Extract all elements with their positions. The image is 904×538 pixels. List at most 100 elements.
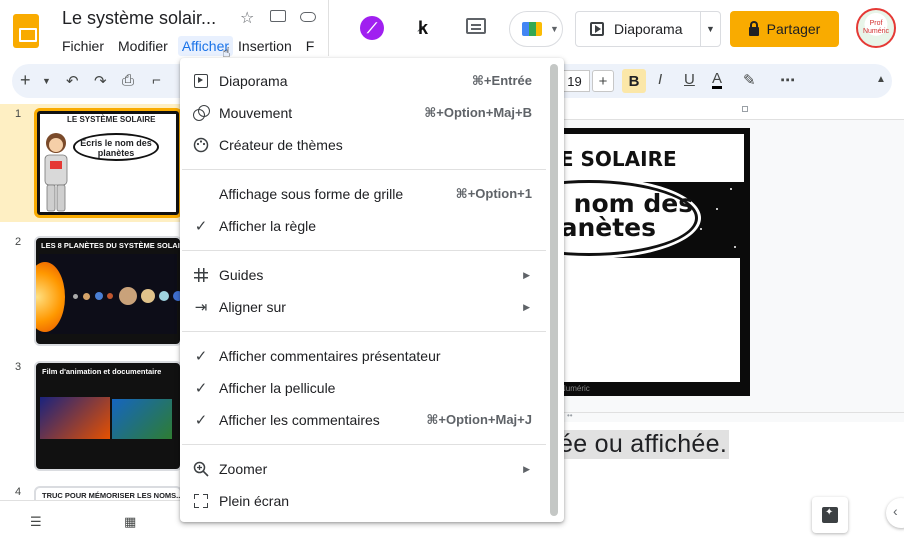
menu-separator: [182, 250, 546, 251]
check-icon: ✓: [194, 412, 208, 429]
menu-bar: Fichier Modifier Afficher Insertion F: [62, 36, 328, 56]
k-extension-icon[interactable]: k: [418, 18, 428, 39]
menu-item-afficher-la-regle[interactable]: ✓ Afficher la règle: [180, 211, 550, 241]
bubble-line-2: lanètes: [552, 213, 656, 242]
italic-button[interactable]: I: [658, 71, 662, 88]
collapse-toolbar-chevron-icon[interactable]: ▲: [876, 74, 886, 85]
slide-number: 1: [15, 108, 22, 120]
menu-item-zoomer[interactable]: Zoomer ▶: [180, 454, 550, 484]
menu-fichier[interactable]: Fichier: [62, 36, 109, 56]
menu-item-speaker-notes[interactable]: ✓ Afficher commentaires présentateur: [180, 341, 550, 371]
check-icon: ✓: [194, 380, 208, 397]
list-view-icon[interactable]: ☰: [30, 514, 42, 530]
astronaut-illustration: [44, 133, 68, 212]
more-options-button[interactable]: ⋯: [780, 71, 795, 89]
menu-item-aligner-sur[interactable]: ⇥ Aligner sur ▶: [180, 292, 550, 322]
underline-button[interactable]: U: [684, 71, 695, 88]
menu-item-diaporama[interactable]: Diaporama ⌘+Entrée: [180, 66, 550, 96]
extension-icon[interactable]: ⟋: [360, 16, 384, 40]
chevron-down-icon: ▼: [550, 24, 559, 34]
font-size-increase-button[interactable]: +: [592, 70, 614, 92]
move-folder-icon[interactable]: [270, 10, 286, 22]
share-label: Partager: [766, 21, 821, 37]
menu-item-createur-de-themes[interactable]: Créateur de thèmes: [180, 130, 550, 160]
grid-view-icon[interactable]: ▦: [124, 514, 136, 530]
submenu-arrow-icon: ▶: [523, 301, 530, 312]
planet: [95, 292, 103, 300]
menu-item-shortcut: ⌘+Entrée: [471, 73, 532, 88]
menu-modifier[interactable]: Modifier: [118, 36, 173, 56]
menu-item-label: Zoomer: [219, 461, 268, 477]
fullscreen-icon: [192, 492, 210, 510]
view-menu-dropdown: Diaporama ⌘+Entrée Mouvement ⌘+Option+Ma…: [180, 58, 564, 522]
solar-system-image: [36, 254, 180, 334]
planet: [83, 293, 90, 300]
grid-icon: [192, 266, 210, 284]
menu-item-guides[interactable]: Guides ▶: [180, 260, 550, 290]
menu-item-plein-ecran[interactable]: Plein écran: [180, 486, 550, 516]
explore-button[interactable]: [812, 497, 848, 533]
menu-separator: [182, 169, 546, 170]
slide-thumbnail-title: LES 8 PLANÈTES DU SYSTÈME SOLAIRE: [41, 241, 182, 250]
slideshow-dropdown-button[interactable]: ▼: [700, 12, 720, 46]
menu-item-label: Affichage sous forme de grille: [219, 186, 404, 202]
redo-icon[interactable]: ↷: [94, 72, 107, 90]
menu-separator: [182, 444, 546, 445]
menu-item-shortcut: ⌘+Option+Maj+B: [424, 105, 532, 120]
slide-thumbnail-2[interactable]: LES 8 PLANÈTES DU SYSTÈME SOLAIRE: [34, 236, 182, 346]
paint-format-icon[interactable]: ⌐: [152, 72, 161, 89]
share-button[interactable]: Partager: [730, 11, 839, 47]
star-dot: [734, 246, 736, 248]
ruler-indent-marker[interactable]: [742, 106, 748, 112]
menu-item-label: Mouvement: [219, 105, 293, 121]
font-size-input[interactable]: 19: [560, 70, 590, 92]
meet-button[interactable]: ▼: [509, 11, 563, 47]
slideshow-icon: [192, 72, 210, 90]
menu-scrollbar[interactable]: [550, 64, 558, 516]
cloud-status-icon[interactable]: [300, 12, 316, 22]
sun-illustration: [36, 262, 65, 332]
bold-button[interactable]: B: [622, 69, 646, 93]
menu-item-mouvement[interactable]: Mouvement ⌘+Option+Maj+B: [180, 98, 550, 128]
menu-insertion[interactable]: Insertion: [238, 36, 297, 56]
slides-logo-icon[interactable]: [13, 14, 39, 48]
menu-format[interactable]: F: [306, 36, 320, 56]
star-dot: [716, 208, 718, 210]
comment-history-icon[interactable]: [466, 18, 486, 34]
slide-thumbnail-1[interactable]: LE SYSTÈME SOLAIRE Écris le nom des plan…: [34, 108, 182, 218]
star-dot: [730, 188, 732, 190]
slide-thumbnail-3[interactable]: Film d'animation et documentaire: [34, 361, 182, 471]
menu-item-comments[interactable]: ✓ Afficher les commentaires ⌘+Option+Maj…: [180, 405, 550, 435]
menu-item-label: Afficher commentaires présentateur: [219, 348, 441, 364]
text-color-button[interactable]: A: [712, 71, 723, 89]
planet: [73, 294, 78, 299]
slide-thumbnail-title: LE SYSTÈME SOLAIRE: [67, 115, 156, 124]
speech-bubble-text[interactable]: e nom des lanètes: [548, 191, 693, 242]
snap-icon: ⇥: [194, 299, 208, 316]
explore-icon: [822, 507, 838, 523]
palette-icon: [192, 136, 210, 154]
slideshow-button[interactable]: Diaporama ▼: [575, 11, 721, 47]
menu-item-label: Afficher la pellicule: [219, 380, 336, 396]
document-title[interactable]: Le système solair...: [62, 8, 216, 29]
new-slide-plus-icon[interactable]: +: [20, 70, 31, 91]
undo-icon[interactable]: ↶: [66, 72, 79, 90]
slide-footer-text: Numéric: [560, 384, 590, 393]
meet-icon: [522, 22, 542, 36]
planet: [107, 293, 113, 299]
slide-number: 3: [15, 361, 22, 373]
star-icon[interactable]: ☆: [240, 8, 254, 28]
print-icon[interactable]: ⎙: [122, 72, 134, 89]
video-thumbnail: [112, 399, 172, 439]
menu-item-label: Afficher la règle: [219, 218, 317, 234]
menu-item-grid-view[interactable]: Affichage sous forme de grille ⌘+Option+…: [180, 179, 550, 209]
planet: [159, 291, 169, 301]
menu-item-filmstrip[interactable]: ✓ Afficher la pellicule: [180, 373, 550, 403]
avatar[interactable]: Prof Numéric: [856, 8, 896, 48]
highlight-color-icon[interactable]: ✎: [743, 71, 756, 89]
drag-handle-icon[interactable]: ••: [567, 411, 573, 420]
planet: [119, 287, 137, 305]
new-slide-chevron-icon[interactable]: ▼: [42, 76, 51, 86]
menu-item-label: Plein écran: [219, 493, 290, 509]
check-icon: ✓: [194, 348, 208, 365]
